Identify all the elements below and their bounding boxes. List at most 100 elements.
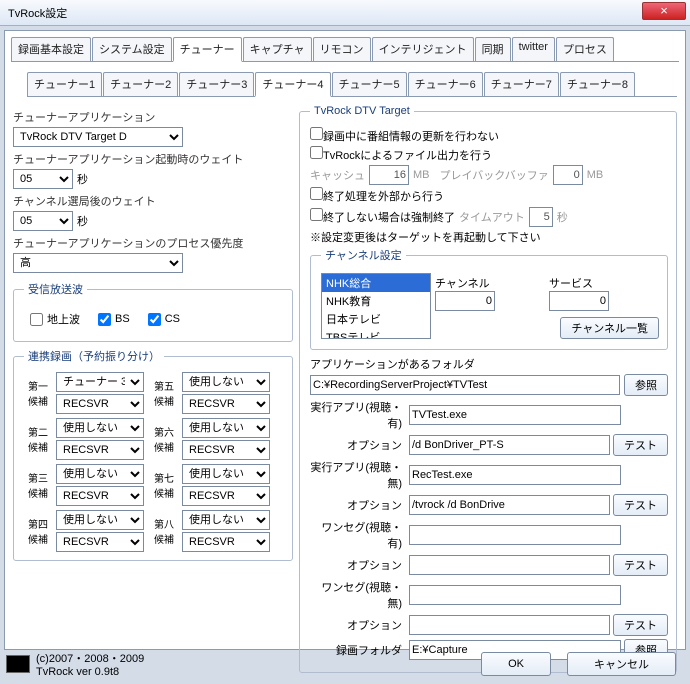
slot-label: 第四候補	[24, 516, 52, 546]
titlebar: TvRock設定 ×	[0, 0, 690, 26]
slot-tuner-select[interactable]: チューナー 3	[56, 372, 144, 392]
tab-チューナー8[interactable]: チューナー8	[560, 72, 635, 96]
link-grid: 第一候補チューナー 3RECSVR第五候補使用しないRECSVR第二候補使用しな…	[24, 372, 284, 552]
terrestrial-checkbox[interactable]: 地上波	[30, 311, 80, 327]
slot-recsvr-select[interactable]: RECSVR	[182, 486, 270, 506]
test-button[interactable]: テスト	[613, 434, 668, 456]
channel-item[interactable]: TBSテレビ	[322, 328, 430, 339]
ch-wait-label: チャンネル選局後のウェイト	[13, 193, 293, 209]
tab-システム設定[interactable]: システム設定	[92, 37, 172, 61]
tab-チューナー3[interactable]: チューナー3	[179, 72, 254, 96]
channel-setting-group: チャンネル設定 NHK総合NHK教育日本テレビTBSテレビ チャンネル サービス…	[310, 247, 668, 350]
field-label: オプション	[310, 497, 406, 513]
cb-file-output[interactable]: TvRockによるファイル出力を行う	[310, 146, 668, 163]
slot-tuner-select[interactable]: 使用しない	[56, 418, 144, 438]
field-input[interactable]	[409, 435, 610, 455]
tab-twitter[interactable]: twitter	[512, 37, 555, 61]
tab-チューナー2[interactable]: チューナー2	[103, 72, 178, 96]
field-label: オプション	[310, 557, 406, 573]
field-input[interactable]	[409, 615, 610, 635]
slot-tuner-select[interactable]: 使用しない	[182, 418, 270, 438]
field-label: オプション	[310, 617, 406, 633]
tuner-tabs: チューナー1チューナー2チューナー3チューナー4チューナー5チューナー6チューナ…	[27, 72, 677, 97]
field-label: 実行アプリ(視聴・有)	[310, 399, 406, 431]
channel-list-button[interactable]: チャンネル一覧	[560, 317, 659, 339]
slot-recsvr-select[interactable]: RECSVR	[56, 486, 144, 506]
slot-label: 第五候補	[150, 378, 178, 408]
tab-チューナー5[interactable]: チューナー5	[332, 72, 407, 96]
tab-チューナー6[interactable]: チューナー6	[408, 72, 483, 96]
app-label: チューナーアプリケーション	[13, 109, 293, 125]
channel-item[interactable]: NHK総合	[322, 274, 430, 292]
version: TvRock ver 0.9t8	[36, 666, 144, 678]
tab-キャプチャ[interactable]: キャプチャ	[243, 37, 312, 61]
slot-tuner-select[interactable]: 使用しない	[182, 464, 270, 484]
slot-recsvr-select[interactable]: RECSVR	[56, 394, 144, 414]
tab-チューナー1[interactable]: チューナー1	[27, 72, 102, 96]
tab-プロセス[interactable]: プロセス	[556, 37, 614, 61]
start-wait-select[interactable]: 05	[13, 169, 73, 189]
field-input[interactable]	[409, 465, 621, 485]
cb-no-update[interactable]: 録画中に番組情報の更新を行わない	[310, 127, 668, 144]
test-button[interactable]: テスト	[613, 614, 668, 636]
tab-インテリジェント[interactable]: インテリジェント	[372, 37, 474, 61]
tab-チューナー7[interactable]: チューナー7	[484, 72, 559, 96]
footer: (c)2007・2008・2009 TvRock ver 0.9t8 OK キャ…	[6, 650, 684, 678]
field-label: ワンセグ(視聴・有)	[310, 519, 406, 551]
test-button[interactable]: テスト	[613, 554, 668, 576]
cs-checkbox[interactable]: CS	[148, 313, 180, 326]
channel-item[interactable]: 日本テレビ	[322, 310, 430, 328]
logo-icon	[6, 655, 30, 673]
field-input[interactable]	[409, 525, 621, 545]
slot-recsvr-select[interactable]: RECSVR	[56, 440, 144, 460]
tab-録画基本設定[interactable]: 録画基本設定	[11, 37, 91, 61]
tab-チューナー4[interactable]: チューナー4	[255, 72, 330, 97]
browse-button[interactable]: 参照	[624, 374, 668, 396]
slot-recsvr-select[interactable]: RECSVR	[182, 532, 270, 552]
tuner-app-group: チューナーアプリケーション TvRock DTV Target D チューナーア…	[13, 105, 293, 273]
close-button[interactable]: ×	[642, 2, 686, 20]
field-input[interactable]	[409, 495, 610, 515]
cb-ext-exit[interactable]: 終了処理を外部から行う	[310, 187, 668, 204]
cancel-button[interactable]: キャンセル	[567, 652, 676, 676]
tuner-app-select[interactable]: TvRock DTV Target D	[13, 127, 183, 147]
app-folder-input[interactable]	[310, 375, 620, 395]
channel-listbox[interactable]: NHK総合NHK教育日本テレビTBSテレビ	[321, 273, 431, 339]
tab-チューナー[interactable]: チューナー	[173, 37, 242, 62]
bs-checkbox[interactable]: BS	[98, 313, 130, 326]
tab-リモコン[interactable]: リモコン	[313, 37, 371, 61]
app-folder-label: アプリケーションがあるフォルダ	[310, 356, 668, 372]
cache-input	[369, 165, 409, 185]
slot-tuner-select[interactable]: 使用しない	[56, 464, 144, 484]
cb-force-exit[interactable]: 終了しない場合は強制終了	[310, 208, 455, 225]
slot-recsvr-select[interactable]: RECSVR	[182, 440, 270, 460]
tab-同期[interactable]: 同期	[475, 37, 511, 61]
broadcast-legend: 受信放送波	[24, 281, 87, 297]
slot-tuner-select[interactable]: 使用しない	[182, 372, 270, 392]
service-input[interactable]	[549, 291, 609, 311]
field-input[interactable]	[409, 405, 621, 425]
slot-recsvr-select[interactable]: RECSVR	[182, 394, 270, 414]
prio-label: チューナーアプリケーションのプロセス優先度	[13, 235, 293, 251]
channel-input[interactable]	[435, 291, 495, 311]
pbuf-input	[553, 165, 583, 185]
slot-tuner-select[interactable]: 使用しない	[182, 510, 270, 530]
ok-button[interactable]: OK	[481, 652, 551, 676]
dtv-target-group: TvRock DTV Target 録画中に番組情報の更新を行わない TvRoc…	[299, 105, 677, 673]
test-button[interactable]: テスト	[613, 494, 668, 516]
field-input[interactable]	[409, 555, 610, 575]
slot-recsvr-select[interactable]: RECSVR	[56, 532, 144, 552]
field-label: ワンセグ(視聴・無)	[310, 579, 406, 611]
broadcast-group: 受信放送波 地上波 BS CS	[13, 281, 293, 342]
channel-item[interactable]: NHK教育	[322, 292, 430, 310]
slot-label: 第二候補	[24, 424, 52, 454]
field-label: オプション	[310, 437, 406, 453]
restart-note: ※設定変更後はターゲットを再起動して下さい	[310, 229, 668, 245]
window-title: TvRock設定	[8, 5, 67, 21]
timeout-input	[529, 207, 553, 227]
ch-wait-select[interactable]: 05	[13, 211, 73, 231]
slot-label: 第三候補	[24, 470, 52, 500]
priority-select[interactable]: 高	[13, 253, 183, 273]
slot-tuner-select[interactable]: 使用しない	[56, 510, 144, 530]
field-input[interactable]	[409, 585, 621, 605]
